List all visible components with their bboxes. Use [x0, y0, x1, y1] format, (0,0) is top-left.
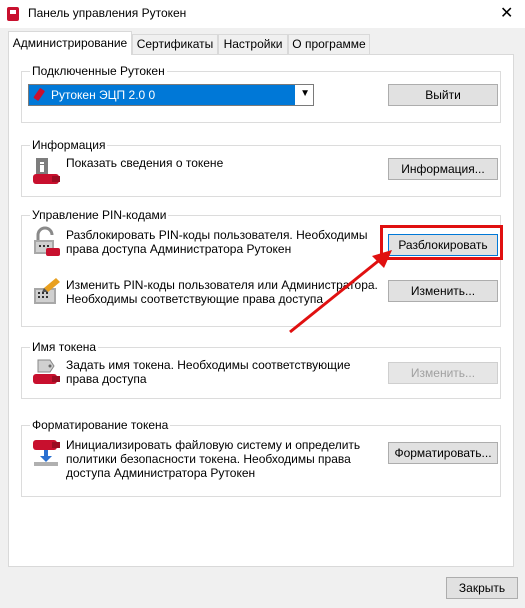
group-format-token: Форматирование токена Инициализировать ф… — [21, 418, 501, 497]
unblock-description-line1: Разблокировать PIN-коды пользователя. Не… — [66, 228, 368, 242]
padlock-unblock-icon — [34, 226, 60, 256]
rutoken-app-icon — [7, 7, 19, 21]
token-select[interactable]: Рутокен ЭЦП 2.0 0 ▼ — [28, 84, 314, 106]
rename-token-button[interactable]: Изменить... — [388, 362, 498, 384]
keypad-pencil-icon — [34, 278, 60, 304]
highlight-box — [380, 225, 503, 260]
tab-certificates[interactable]: Сертификаты — [132, 34, 218, 54]
change-pin-description-line2: Необходимы соответствующие права доступа — [66, 292, 324, 306]
group-label-pin: Управление PIN-кодами — [30, 208, 169, 222]
information-button[interactable]: Информация... — [388, 158, 498, 180]
logout-button[interactable]: Выйти — [388, 84, 498, 106]
tab-about[interactable]: О программе — [288, 34, 370, 54]
info-description: Показать сведения о токене — [66, 156, 224, 170]
close-window-icon[interactable]: ✕ — [500, 3, 513, 23]
tab-administration[interactable]: Администрирование — [8, 31, 132, 55]
change-pin-button[interactable]: Изменить... — [388, 280, 498, 302]
admin-tab-panel: Подключенные Рутокен Рутокен ЭЦП 2.0 0 ▼… — [8, 54, 514, 567]
close-button[interactable]: Закрыть — [446, 577, 518, 599]
format-description-line1: Инициализировать файловую систему и опре… — [66, 438, 361, 452]
token-info-icon — [33, 158, 60, 184]
token-tag-icon — [33, 359, 60, 384]
group-information: Информация Показать сведения о токене Ин… — [21, 138, 501, 197]
group-label-information: Информация — [30, 138, 108, 152]
token-select-value: Рутокен ЭЦП 2.0 0 — [29, 85, 295, 105]
tab-settings[interactable]: Настройки — [218, 34, 288, 54]
format-description-line3: доступа Администратора Рутокен — [66, 466, 256, 480]
group-label-format: Форматирование токена — [30, 418, 171, 432]
group-connected-tokens: Подключенные Рутокен Рутокен ЭЦП 2.0 0 ▼… — [21, 64, 501, 123]
token-format-icon — [33, 440, 60, 466]
token-name-description-line2: права доступа — [66, 372, 147, 386]
window-title: Панель управления Рутокен — [28, 6, 187, 20]
unblock-description-line2: права доступа Администратора Рутокен — [66, 242, 292, 256]
format-button[interactable]: Форматировать... — [388, 442, 498, 464]
group-label-token-name: Имя токена — [30, 340, 99, 354]
chevron-down-icon[interactable]: ▼ — [300, 88, 310, 99]
format-description-line2: политики безопасности токена. Необходимы… — [66, 452, 351, 466]
token-small-icon — [33, 88, 45, 101]
token-name-description-line1: Задать имя токена. Необходимы соответств… — [66, 358, 351, 372]
change-pin-description-line1: Изменить PIN-коды пользователя или Админ… — [66, 278, 378, 292]
group-label-connected: Подключенные Рутокен — [30, 64, 167, 78]
group-token-name: Имя токена Задать имя токена. Необходимы… — [21, 340, 501, 399]
title-bar: Панель управления Рутокен ✕ — [0, 0, 525, 28]
